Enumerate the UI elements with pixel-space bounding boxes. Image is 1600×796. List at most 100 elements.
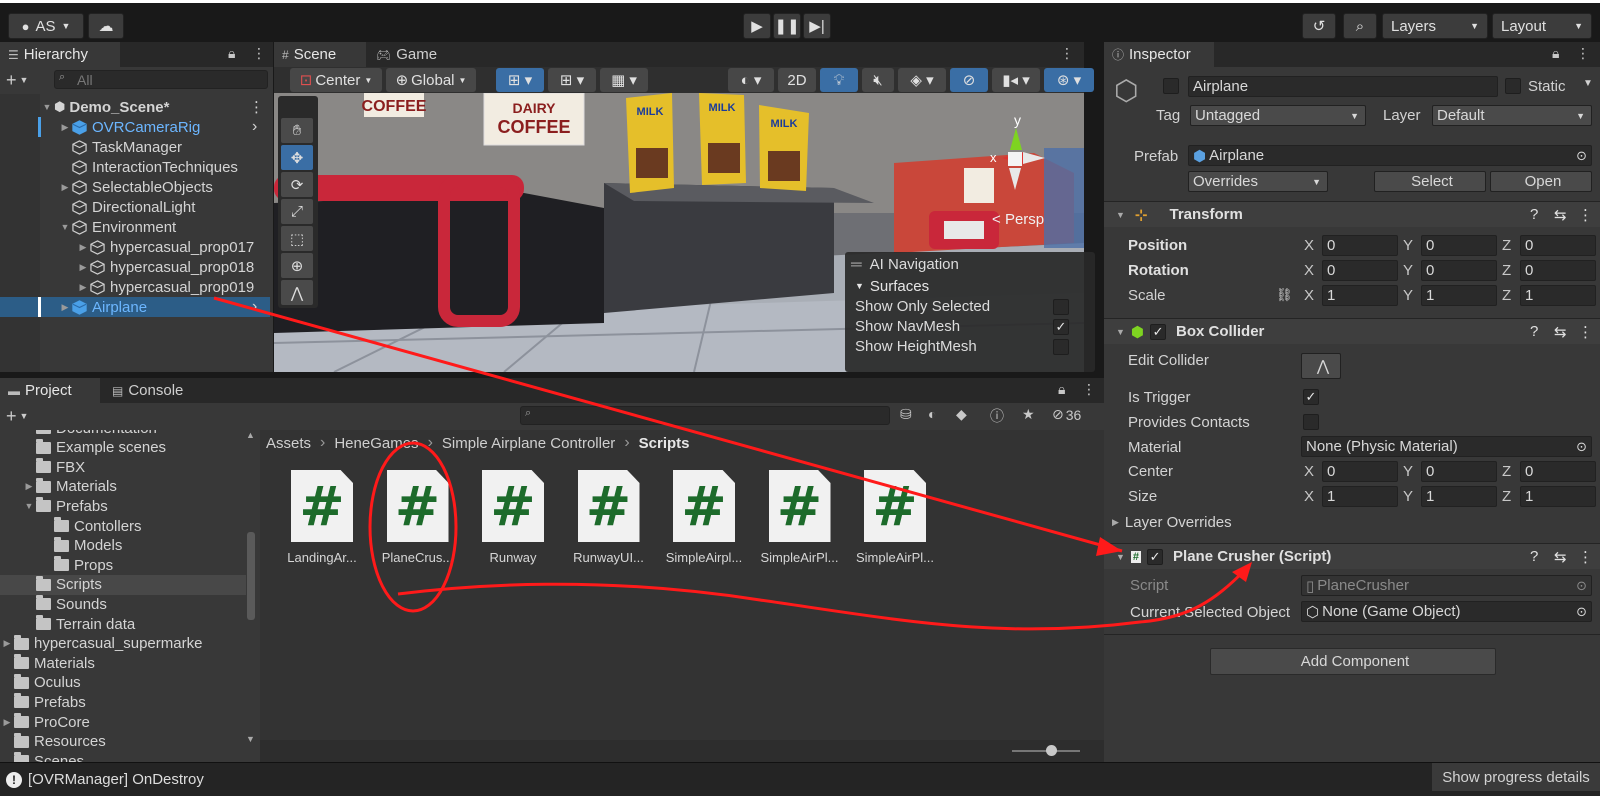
size-field[interactable]: 1 (1421, 486, 1497, 507)
history-button[interactable]: ↺ (1302, 13, 1336, 39)
layers-dropdown[interactable]: Layers ▼ (1382, 13, 1488, 39)
help-icon[interactable]: ? (1530, 548, 1538, 565)
expand-arrow-icon[interactable]: ▶ (22, 481, 36, 492)
expand-arrow-icon[interactable]: ▶ (0, 638, 14, 649)
orientation-gizmo[interactable]: y x (990, 110, 1070, 210)
help-icon[interactable]: ? (1530, 206, 1538, 223)
overrides-dropdown[interactable]: Overrides ▼ (1188, 171, 1328, 192)
prefab-field[interactable]: ⬢ Airplane ⊙ (1188, 145, 1592, 166)
size-field[interactable]: 1 (1520, 486, 1596, 507)
plane-crusher-enabled-checkbox[interactable]: ✓ (1147, 548, 1164, 565)
hierarchy-item[interactable]: ▶ hypercasual_prop019 (0, 277, 270, 297)
gizmos-dropdown[interactable]: ⊛ ▾ (1044, 68, 1094, 92)
center-field[interactable]: 0 (1322, 461, 1398, 482)
toggle-2d-button[interactable]: 2D (778, 68, 816, 92)
tab-console[interactable]: ▤ Console (104, 378, 198, 403)
grid-snap-toggle[interactable]: ⊞ ▾ (496, 68, 544, 92)
hand-tool[interactable]: ✋︎ (281, 118, 313, 143)
tab-scene[interactable]: # Scene (274, 42, 366, 67)
project-folder-item[interactable]: Sounds (0, 594, 246, 614)
project-folder-item[interactable]: Resources (0, 732, 246, 752)
rotation-field[interactable]: 0 (1421, 260, 1497, 281)
scene-visibility-toggle[interactable]: ⊘ (950, 68, 988, 92)
camera-dropdown[interactable]: ▮◂ ▾ (992, 68, 1040, 92)
rotation-field[interactable]: 0 (1322, 260, 1398, 281)
current-selected-object-field[interactable]: ⬡ None (Game Object) ⊙ (1301, 601, 1592, 622)
tab-project[interactable]: ▬ Project (0, 378, 100, 403)
add-object-button[interactable]: + ▼ (6, 67, 28, 93)
breadcrumb-item[interactable]: Scripts (639, 435, 690, 452)
link-icon[interactable]: ⛓ (1276, 287, 1293, 303)
project-folder-item[interactable]: Materials (0, 653, 246, 673)
scale-tool[interactable]: ⤢ (281, 199, 313, 224)
is-trigger-checkbox[interactable]: ✓ (1303, 389, 1319, 405)
object-picker-icon[interactable]: ⊙ (1576, 604, 1587, 620)
center-field[interactable]: 0 (1520, 461, 1596, 482)
project-folder-item[interactable]: Scenes (0, 751, 246, 762)
tab-inspector[interactable]: ⓘ Inspector (1104, 42, 1214, 67)
project-folder-item[interactable]: ▶ ProCore (0, 712, 246, 732)
hierarchy-item[interactable]: ▶ SelectableObjects (0, 177, 270, 197)
breadcrumb-item[interactable]: Assets (266, 435, 311, 452)
overlay-option-checkbox[interactable]: ✓ (1053, 319, 1069, 335)
hidden-packages-toggle[interactable]: ⊘ 36 (1052, 406, 1081, 423)
breadcrumb-item[interactable]: Simple Airplane Controller (442, 435, 615, 452)
overlay-option-checkbox[interactable] (1053, 299, 1069, 315)
step-button[interactable]: ▶| (803, 13, 831, 39)
expand-arrow-icon[interactable]: ▶ (58, 122, 72, 133)
rotate-tool[interactable]: ⟳ (281, 172, 313, 197)
lock-icon[interactable]: 🔒︎ (1058, 381, 1065, 398)
help-icon[interactable]: ? (1530, 323, 1538, 340)
script-asset[interactable]: # SimpleAirpl... (657, 470, 751, 565)
warning-filter-icon[interactable]: ⓘ (990, 406, 1004, 426)
position-field[interactable]: 0 (1322, 235, 1398, 256)
expand-arrow-icon[interactable]: ▶ (0, 717, 14, 728)
icon-size-slider-thumb[interactable] (1046, 745, 1057, 756)
tree-scrollbar[interactable]: ▲ ▼ (246, 430, 256, 754)
scene-row[interactable]: ▼ ⬢ Demo_Scene* ⋮ (0, 97, 270, 117)
tab-hierarchy[interactable]: ☰ Hierarchy (0, 42, 120, 67)
drag-handle-icon[interactable]: ═ (851, 256, 862, 273)
status-message[interactable]: [OVRManager] OnDestroy (28, 771, 204, 788)
plane-crusher-header[interactable]: ▼ # ✓ Plane Crusher (Script) ? ⇆ ⋮ (1104, 543, 1600, 569)
breadcrumb-item[interactable]: HeneGames (334, 435, 418, 452)
pivot-dropdown[interactable]: ⊡ Center ▼ (290, 68, 382, 92)
hierarchy-item[interactable]: DirectionalLight (0, 197, 270, 217)
provides-contacts-checkbox[interactable] (1303, 414, 1319, 430)
grid-visibility-button[interactable]: ▦ ▾ (600, 68, 648, 92)
more-icon[interactable]: ⋮ (249, 98, 264, 116)
tag-dropdown[interactable]: Untagged ▼ (1190, 105, 1366, 126)
rotation-field[interactable]: 0 (1520, 260, 1596, 281)
project-folder-item[interactable]: Prefabs (0, 692, 246, 712)
more-icon[interactable]: ⋮ (1060, 45, 1074, 62)
favorite-star-icon[interactable]: ★ (1022, 406, 1035, 423)
hierarchy-item[interactable]: ▶ Airplane › (0, 297, 270, 317)
space-dropdown[interactable]: ⊕ Global ▼ (386, 68, 476, 92)
create-asset-button[interactable]: + ▼ (6, 403, 28, 429)
overlay-option-checkbox[interactable] (1053, 339, 1069, 355)
transform-tool[interactable]: ⊕ (281, 253, 313, 278)
surfaces-foldout[interactable]: ▼ Surfaces (855, 276, 929, 296)
presets-icon[interactable]: ⇆ (1554, 323, 1567, 341)
project-folder-item[interactable]: Models (0, 536, 246, 556)
box-collider-enabled-checkbox[interactable]: ✓ (1150, 323, 1167, 340)
static-checkbox[interactable] (1505, 78, 1521, 94)
prefab-select-button[interactable]: Select (1374, 171, 1486, 192)
hierarchy-item[interactable]: TaskManager (0, 137, 270, 157)
position-field[interactable]: 0 (1421, 235, 1497, 256)
chevron-right-icon[interactable]: › (252, 118, 257, 136)
play-button[interactable]: ▶ (743, 13, 771, 39)
presets-icon[interactable]: ⇆ (1554, 206, 1567, 224)
expand-arrow-icon[interactable]: ▶ (76, 262, 90, 273)
project-folder-item[interactable]: ▼ Prefabs (0, 496, 246, 516)
pause-button[interactable]: ❚❚ (773, 13, 801, 39)
more-icon[interactable]: ⋮ (1576, 45, 1590, 62)
expand-arrow-icon[interactable]: ▶ (76, 282, 90, 293)
draw-mode-dropdown[interactable]: ◐ ▾ (728, 68, 774, 92)
position-field[interactable]: 0 (1520, 235, 1596, 256)
custom-tool[interactable]: ⋀ (281, 280, 313, 305)
project-folder-item[interactable]: FBX (0, 457, 246, 477)
prefab-open-button[interactable]: Open (1490, 171, 1592, 192)
script-asset[interactable]: # PlaneCrus... (371, 470, 465, 565)
script-asset[interactable]: # SimpleAirPl... (753, 470, 847, 565)
